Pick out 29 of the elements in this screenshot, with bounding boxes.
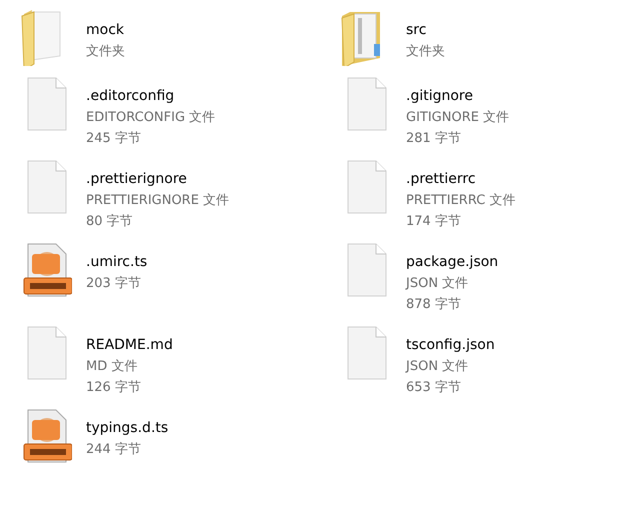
file-size: 174 字节 (406, 213, 462, 231)
file-type: PRETTIERRC 文件 (406, 192, 516, 210)
file-type: JSON 文件 (406, 358, 470, 376)
file-type: EDITORCONFIG 文件 (86, 109, 216, 127)
file-name: .prettierrc (406, 170, 477, 189)
file-type: MD 文件 (86, 358, 138, 376)
file-type: JSON 文件 (406, 275, 470, 293)
file-name: README.md (86, 336, 173, 355)
file-size: 126 字节 (86, 379, 142, 397)
file-type: 文件夹 (86, 43, 125, 61)
file-name: .editorconfig (86, 87, 176, 106)
file-name: .gitignore (406, 87, 474, 106)
file-name: package.json (406, 253, 498, 272)
file-name: .prettierignore (86, 170, 188, 189)
file-name: .umirc.ts (86, 253, 148, 272)
file-size: 80 字节 (86, 213, 134, 231)
file-size: 281 字节 (406, 130, 462, 148)
file-size: 244 字节 (86, 441, 142, 459)
file-name: mock (86, 21, 125, 40)
file-size: 245 字节 (86, 130, 142, 148)
file-name: typings.d.ts (86, 419, 168, 438)
file-size: 878 字节 (406, 296, 462, 314)
file-size: 203 字节 (86, 275, 142, 293)
file-name: src (406, 21, 428, 40)
file-name: tsconfig.json (406, 336, 495, 355)
file-type: 文件夹 (406, 43, 445, 61)
file-size: 653 字节 (406, 379, 462, 397)
file-type: PRETTIERIGNORE 文件 (86, 192, 230, 210)
file-type: GITIGNORE 文件 (406, 109, 510, 127)
